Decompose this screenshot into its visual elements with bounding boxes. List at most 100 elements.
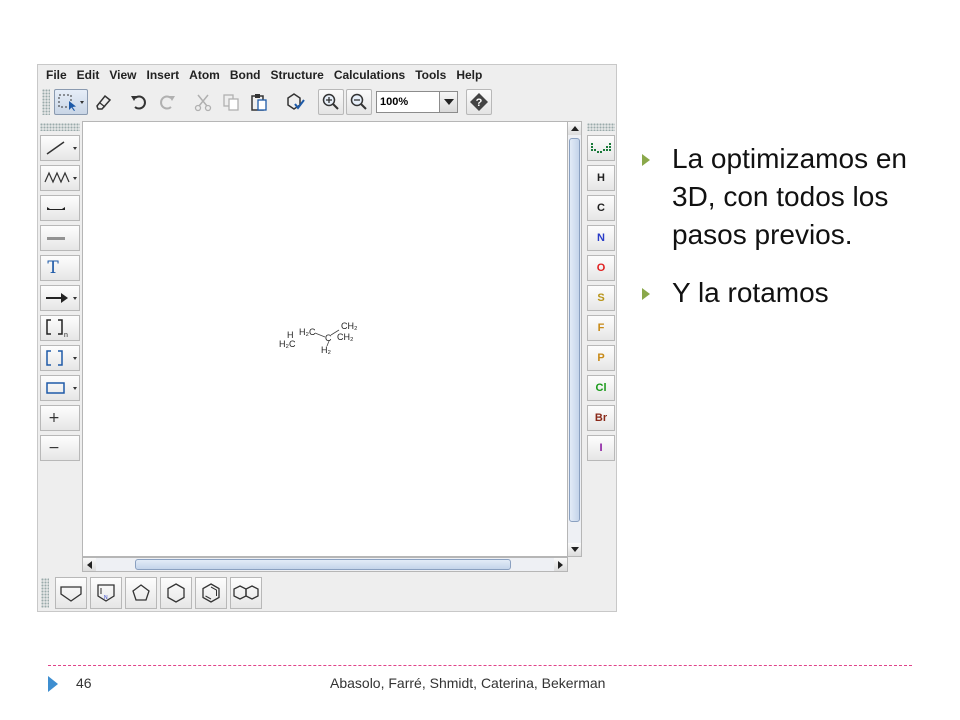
menu-calculations[interactable]: Calculations: [329, 68, 410, 82]
bracket-tool[interactable]: [40, 345, 80, 371]
eraser-button[interactable]: [90, 89, 116, 115]
zoom-in-button[interactable]: [318, 89, 344, 115]
bullet-arrow-icon: [642, 288, 650, 300]
horizontal-scroll-thumb[interactable]: [135, 559, 511, 570]
template-toolbar-grip[interactable]: [41, 578, 49, 608]
benzene-template-icon: [202, 583, 220, 603]
scroll-left-button[interactable]: [83, 558, 96, 571]
hexagon-template-icon: [167, 583, 185, 603]
rectangle-tool[interactable]: [40, 375, 80, 401]
minus-icon: −: [48, 440, 60, 456]
chevron-right-icon: [558, 560, 563, 569]
menu-file[interactable]: File: [41, 68, 72, 82]
text-tool[interactable]: T: [40, 255, 80, 281]
element-symbol: I: [599, 442, 603, 454]
redo-button[interactable]: [154, 89, 180, 115]
copy-button[interactable]: [218, 89, 244, 115]
clean-structure-button[interactable]: [282, 89, 308, 115]
cyclopentane-template-icon: [60, 586, 82, 602]
chevron-up-icon: [570, 126, 579, 131]
vertical-scrollbar[interactable]: [567, 121, 582, 557]
element-button-c[interactable]: C: [587, 195, 615, 221]
zoom-out-icon: [350, 93, 367, 110]
single-bond-icon: [46, 141, 65, 155]
naphthalene-template-icon: [233, 585, 259, 600]
select-button[interactable]: [54, 89, 88, 115]
vertical-scroll-thumb[interactable]: [569, 138, 580, 522]
bullet-item: La optimizamos en 3D, con todos los paso…: [640, 140, 940, 254]
zoom-value: 100%: [380, 96, 409, 108]
zoom-in-icon: [322, 93, 339, 110]
element-button-s[interactable]: S: [587, 285, 615, 311]
chain-icon: [44, 171, 70, 184]
element-button-br[interactable]: Br: [587, 405, 615, 431]
hexagon-template-button[interactable]: [160, 577, 192, 609]
element-button-p[interactable]: P: [587, 345, 615, 371]
group-bracket-tool[interactable]: n: [40, 315, 80, 341]
molecule: H H₂C H₂C C CH₂ CH₂ H₂: [279, 322, 369, 366]
horizontal-scrollbar[interactable]: [82, 557, 568, 572]
main-toolbar: 100% ?: [38, 86, 616, 118]
menu-edit[interactable]: Edit: [72, 68, 105, 82]
plus-tool[interactable]: +: [40, 405, 80, 431]
paste-button[interactable]: [246, 89, 272, 115]
menu-structure[interactable]: Structure: [266, 68, 329, 82]
molecule-bonds: [314, 329, 340, 347]
naphthalene-template-button[interactable]: [230, 577, 262, 609]
reaction-arrow-icon: [46, 293, 68, 303]
hashed-bond-tool[interactable]: [40, 225, 80, 251]
cut-icon: [194, 94, 212, 112]
bracket-icon: [46, 350, 63, 366]
element-symbol: Br: [594, 412, 608, 424]
scroll-right-button[interactable]: [554, 558, 567, 571]
footer-authors: Abasolo, Farré, Shmidt, Caterina, Bekerm…: [330, 675, 606, 691]
template-toolbar: N: [38, 575, 278, 611]
menu-bond[interactable]: Bond: [225, 68, 266, 82]
element-button-h[interactable]: H: [587, 165, 615, 191]
menu-tools[interactable]: Tools: [410, 68, 451, 82]
element-button-f[interactable]: F: [587, 315, 615, 341]
single-bond-tool[interactable]: [40, 135, 80, 161]
footer-divider: [48, 665, 912, 666]
minus-tool[interactable]: −: [40, 435, 80, 461]
periodic-table-button[interactable]: [587, 135, 615, 161]
scroll-down-button[interactable]: [568, 543, 581, 556]
zoom-select[interactable]: 100%: [376, 91, 458, 113]
zoom-dropdown-button[interactable]: [439, 92, 457, 112]
element-toolbar-grip[interactable]: [587, 123, 615, 131]
drawing-canvas[interactable]: H H₂C H₂C C CH₂ CH₂ H₂: [82, 121, 580, 557]
slide-bullet-list: La optimizamos en 3D, con todos los paso…: [640, 140, 940, 332]
select-icon: [58, 94, 84, 111]
svg-text:N: N: [104, 595, 108, 601]
bullet-item: Y la rotamos: [640, 274, 940, 312]
group-bracket-icon: n: [46, 319, 68, 339]
element-button-cl[interactable]: Cl: [587, 375, 615, 401]
zoom-out-button[interactable]: [346, 89, 372, 115]
toolbar-grip[interactable]: [42, 89, 50, 115]
element-button-o[interactable]: O: [587, 255, 615, 281]
undo-button[interactable]: [126, 89, 152, 115]
reaction-arrow-tool[interactable]: [40, 285, 80, 311]
benzene-template-button[interactable]: [195, 577, 227, 609]
pyrrole-template-button[interactable]: N: [90, 577, 122, 609]
element-button-i[interactable]: I: [587, 435, 615, 461]
menu-insert[interactable]: Insert: [141, 68, 184, 82]
scroll-up-button[interactable]: [568, 122, 581, 135]
cut-button[interactable]: [190, 89, 216, 115]
chain-tool[interactable]: [40, 165, 80, 191]
svg-text:?: ?: [476, 97, 483, 109]
pentagon-template-button[interactable]: [125, 577, 157, 609]
svg-text:n: n: [64, 332, 68, 339]
left-toolbox-grip[interactable]: [40, 123, 80, 131]
cyclopentane-template-button[interactable]: [55, 577, 87, 609]
menu-help[interactable]: Help: [451, 68, 487, 82]
element-symbol: H: [597, 172, 605, 184]
element-button-n[interactable]: N: [587, 225, 615, 251]
rectangle-icon: [46, 382, 65, 394]
bold-bond-tool[interactable]: [40, 195, 80, 221]
help-button[interactable]: ?: [466, 89, 492, 115]
menu-atom[interactable]: Atom: [184, 68, 225, 82]
hashed-bond-icon: [47, 237, 65, 240]
element-symbol: Cl: [595, 382, 607, 394]
menu-view[interactable]: View: [104, 68, 141, 82]
